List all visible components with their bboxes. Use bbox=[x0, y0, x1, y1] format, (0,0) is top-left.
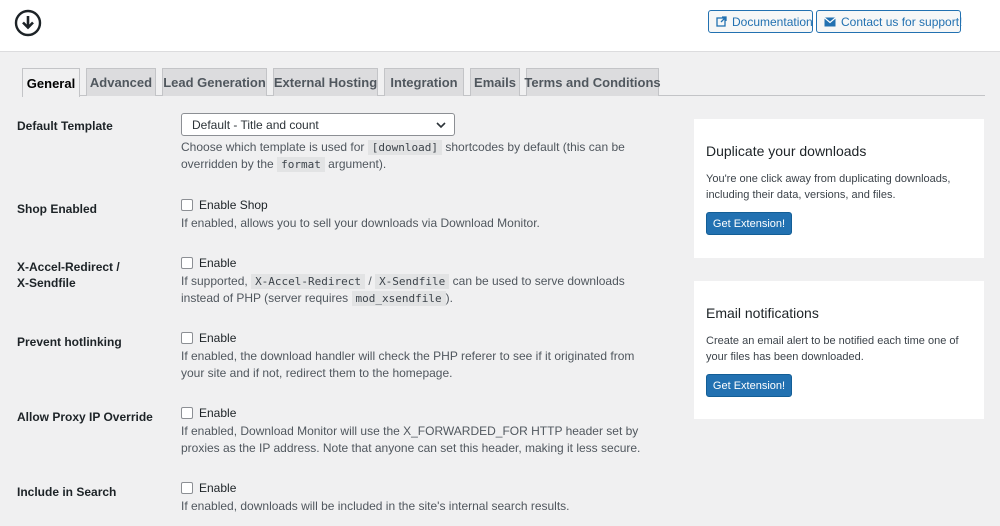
proxy-ip-override-checkbox[interactable] bbox=[181, 407, 193, 419]
tab-lead-generation[interactable]: Lead Generation bbox=[162, 68, 267, 96]
desc-text: proxies as the IP address. Note that any… bbox=[181, 441, 641, 455]
tab-external-hosting[interactable]: External Hosting bbox=[273, 68, 378, 96]
card-title: Duplicate your downloads bbox=[706, 143, 867, 159]
include-in-search-enable-label[interactable]: Enable bbox=[199, 481, 236, 495]
default-template-description: Choose which template is used for [downl… bbox=[181, 139, 641, 173]
desc-text: instead of PHP (server requires bbox=[181, 291, 349, 305]
x-accel-label: X-Accel-Redirect / X-Sendfile bbox=[17, 259, 120, 291]
code-mod-xsendfile: mod_xsendfile bbox=[351, 291, 446, 306]
prevent-hotlinking-field: Enable If enabled, the download handler … bbox=[181, 330, 641, 382]
email-notifications-card: Email notifications Create an email aler… bbox=[694, 281, 984, 419]
tab-label: Lead Generation bbox=[163, 75, 266, 90]
x-accel-label-line: X-Accel-Redirect / bbox=[17, 260, 120, 274]
settings-tabs: General Advanced Lead Generation Externa… bbox=[22, 68, 985, 97]
code-x-sendfile: X-Sendfile bbox=[375, 274, 450, 289]
contact-support-button[interactable]: Contact us for support! bbox=[816, 10, 963, 33]
duplicate-downloads-card: Duplicate your downloads You're one clic… bbox=[694, 119, 984, 258]
tab-label: Integration bbox=[390, 75, 458, 90]
tab-integration[interactable]: Integration bbox=[384, 68, 464, 96]
x-accel-checkbox[interactable] bbox=[181, 257, 193, 269]
top-bar: Documentation Contact us for support! bbox=[0, 0, 1000, 52]
prevent-hotlinking-label: Prevent hotlinking bbox=[17, 335, 122, 349]
enable-shop-checkbox[interactable] bbox=[181, 199, 193, 211]
default-template-value: Default - Title and count bbox=[192, 117, 319, 132]
desc-text: / bbox=[368, 274, 372, 288]
documentation-label: Documentation bbox=[732, 14, 813, 29]
card-text-line: Create an email alert to be notified eac… bbox=[706, 335, 959, 347]
get-extension-button[interactable]: Get Extension! bbox=[706, 212, 792, 235]
code-shortcode: [download] bbox=[367, 140, 443, 155]
include-in-search-checkbox[interactable] bbox=[181, 482, 193, 494]
tab-label: Terms and Conditions bbox=[524, 75, 661, 90]
x-accel-label-line: X-Sendfile bbox=[17, 276, 76, 290]
desc-text: your site and if not, redirect them to t… bbox=[181, 366, 453, 380]
card-text-line: You're one click away from duplicating d… bbox=[706, 173, 951, 185]
envelope-icon bbox=[824, 16, 836, 26]
desc-text: ). bbox=[445, 291, 453, 305]
tab-general[interactable]: General bbox=[22, 68, 80, 97]
include-in-search-label: Include in Search bbox=[17, 485, 117, 499]
prevent-hotlinking-checkbox[interactable] bbox=[181, 332, 193, 344]
card-text: Create an email alert to be notified eac… bbox=[706, 333, 974, 365]
proxy-ip-override-enable-label[interactable]: Enable bbox=[199, 406, 236, 420]
tab-emails[interactable]: Emails bbox=[470, 68, 520, 96]
shop-enabled-description: If enabled, allows you to sell your down… bbox=[181, 216, 540, 230]
card-text-line: including their data, versions, and file… bbox=[706, 189, 896, 201]
enable-shop-label[interactable]: Enable Shop bbox=[199, 198, 268, 212]
default-template-label: Default Template bbox=[17, 119, 113, 133]
card-title: Email notifications bbox=[706, 305, 819, 321]
tab-label: Emails bbox=[474, 75, 516, 90]
tab-advanced[interactable]: Advanced bbox=[86, 68, 156, 96]
x-accel-enable-label[interactable]: Enable bbox=[199, 256, 236, 270]
desc-text: argument). bbox=[328, 157, 387, 171]
proxy-ip-override-label: Allow Proxy IP Override bbox=[17, 410, 153, 424]
desc-text: If enabled, Download Monitor will use th… bbox=[181, 424, 639, 438]
code-format: format bbox=[277, 157, 325, 172]
documentation-button[interactable]: Documentation bbox=[708, 10, 813, 33]
x-accel-field: Enable If supported, X-Accel-Redirect / … bbox=[181, 255, 641, 307]
card-text-line: your files has been downloaded. bbox=[706, 351, 864, 363]
tab-label: General bbox=[26, 75, 76, 91]
tab-terms-and-conditions[interactable]: Terms and Conditions bbox=[524, 68, 661, 96]
chevron-down-icon bbox=[436, 122, 446, 129]
desc-text: Choose which template is used for bbox=[181, 140, 365, 154]
code-x-accel: X-Accel-Redirect bbox=[251, 274, 366, 289]
desc-text: If supported, bbox=[181, 274, 248, 288]
external-link-icon bbox=[716, 16, 727, 27]
default-template-select[interactable]: Default - Title and count bbox=[181, 113, 455, 136]
include-in-search-description: If enabled, downloads will be included i… bbox=[181, 499, 570, 513]
proxy-ip-override-field: Enable If enabled, Download Monitor will… bbox=[181, 405, 641, 457]
include-in-search-field: Enable If enabled, downloads will be inc… bbox=[181, 480, 641, 515]
desc-text: can be used to serve downloads bbox=[452, 274, 625, 288]
shop-enabled-label: Shop Enabled bbox=[17, 202, 98, 216]
get-extension-button[interactable]: Get Extension! bbox=[706, 374, 792, 397]
tab-label: Advanced bbox=[89, 75, 153, 90]
tab-label: External Hosting bbox=[273, 75, 378, 90]
proxy-ip-override-description: If enabled, Download Monitor will use th… bbox=[181, 423, 641, 457]
download-circle-icon[interactable] bbox=[14, 9, 42, 37]
contact-support-label: Contact us for support! bbox=[841, 14, 963, 29]
desc-text: overridden by the bbox=[181, 157, 274, 171]
card-text: You're one click away from duplicating d… bbox=[706, 171, 974, 203]
prevent-hotlinking-enable-label[interactable]: Enable bbox=[199, 331, 236, 345]
desc-text: If enabled, the download handler will ch… bbox=[181, 349, 635, 363]
shop-enabled-field: Enable Shop If enabled, allows you to se… bbox=[181, 197, 641, 232]
desc-text: shortcodes by default (this can be bbox=[445, 140, 625, 154]
prevent-hotlinking-description: If enabled, the download handler will ch… bbox=[181, 348, 641, 382]
x-accel-description: If supported, X-Accel-Redirect / X-Sendf… bbox=[181, 273, 641, 307]
